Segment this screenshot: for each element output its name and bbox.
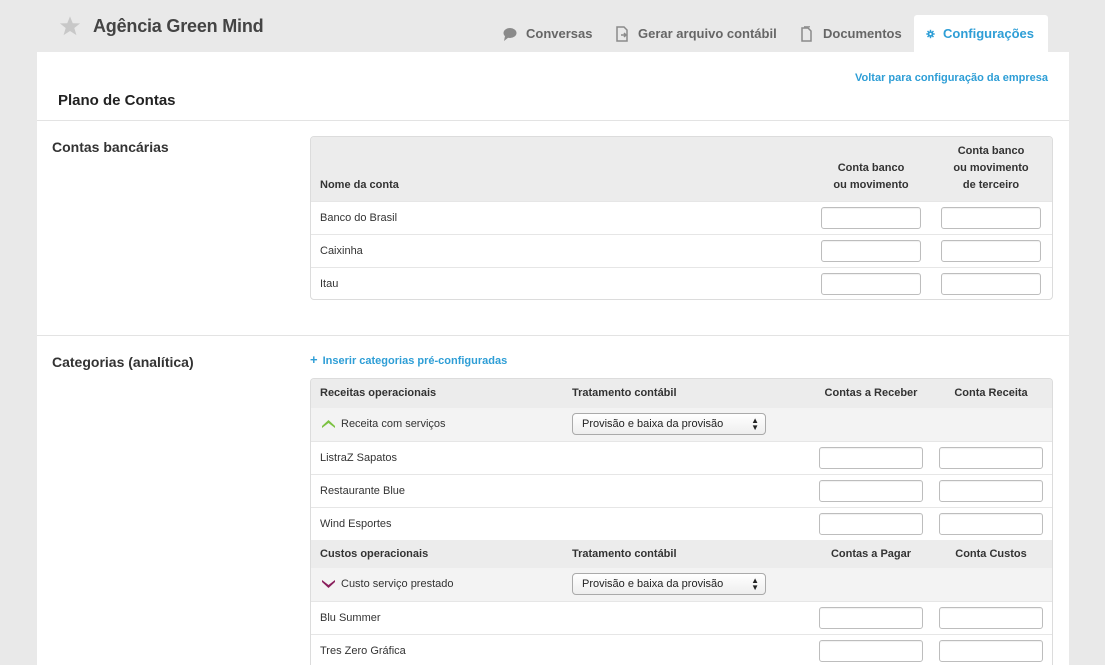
group-header-revenue: Receitas operacionais Tratamento contábi… — [311, 379, 1052, 408]
account-name: Itau — [320, 278, 339, 290]
tab-label: Conversas — [526, 26, 593, 41]
section-title-categories: Categorias (analítica) — [52, 354, 194, 370]
column-header-receivables: Contas a Receber — [824, 387, 918, 399]
tab-configuracoes[interactable]: Configurações — [914, 15, 1048, 52]
group-title: Custos operacionais — [320, 548, 429, 560]
plus-icon: + — [310, 352, 318, 367]
categories-table: Receitas operacionais Tratamento contábi… — [310, 378, 1053, 665]
main-panel: Voltar para configuração da empresa Plan… — [37, 52, 1069, 665]
column-header-revenue-account: Conta Receita — [954, 387, 1028, 399]
table-row: Restaurante Blue — [311, 474, 1052, 507]
tab-label: Gerar arquivo contábil — [638, 26, 777, 41]
receivables-input[interactable] — [819, 480, 923, 502]
group-title: Receitas operacionais — [320, 387, 437, 399]
item-name: ListraZ Sapatos — [320, 452, 398, 464]
chat-icon — [503, 27, 517, 41]
table-row: Wind Esportes — [311, 507, 1052, 540]
account-name: Banco do Brasil — [320, 212, 398, 224]
table-row: Banco do Brasil — [311, 201, 1052, 234]
receivables-input[interactable] — [819, 447, 923, 469]
revenue-account-input[interactable] — [939, 480, 1043, 502]
tab-documentos[interactable]: Documentos — [799, 15, 902, 52]
select-arrows-icon: ▲ ▼ — [751, 416, 759, 432]
item-name: Tres Zero Gráfica — [320, 645, 406, 657]
payables-input[interactable] — [819, 640, 923, 662]
revenue-account-input[interactable] — [939, 513, 1043, 535]
accounting-treatment-select[interactable]: Provisão e baixa da provisão ▲ ▼ — [572, 573, 766, 595]
select-value: Provisão e baixa da provisão — [582, 418, 724, 430]
payables-input[interactable] — [819, 607, 923, 629]
divider — [37, 120, 1069, 121]
section-title-bank-accounts: Contas bancárias — [52, 139, 169, 155]
tab-gerar-arquivo[interactable]: Gerar arquivo contábil — [614, 15, 777, 52]
header-line: Conta banco — [957, 145, 1025, 157]
category-name: Receita com serviços — [341, 418, 446, 430]
tab-label: Configurações — [942, 26, 1034, 41]
header-line: de terceiro — [962, 179, 1020, 191]
item-name: Blu Summer — [320, 612, 381, 624]
select-arrows-icon: ▲ ▼ — [751, 576, 759, 592]
header-line: ou movimento — [953, 162, 1029, 174]
back-to-company-config-link[interactable]: Voltar para configuração da empresa — [855, 72, 1048, 84]
select-value: Provisão e baixa da provisão — [582, 578, 724, 590]
category-row: Custo serviço prestado Provisão e baixa … — [311, 568, 1052, 601]
third-party-account-input[interactable] — [941, 240, 1041, 262]
column-header-payables: Contas a Pagar — [830, 548, 912, 560]
accounting-treatment-select[interactable]: Provisão e baixa da provisão ▲ ▼ — [572, 413, 766, 435]
account-name: Caixinha — [320, 245, 363, 257]
tab-conversas[interactable]: Conversas — [502, 15, 592, 52]
account-input[interactable] — [821, 240, 921, 262]
cost-account-input[interactable] — [939, 640, 1043, 662]
top-header: Agência Green Mind Conversas Gerar arqui… — [0, 0, 1105, 52]
gear-icon — [926, 29, 935, 38]
category-name: Custo serviço prestado — [341, 578, 454, 590]
main-tabs: Conversas Gerar arquivo contábil Documen… — [0, 15, 1105, 52]
header-line: ou movimento — [833, 179, 909, 191]
table-row: Blu Summer — [311, 601, 1052, 634]
column-header-account-name: Nome da conta — [320, 179, 399, 191]
receivables-input[interactable] — [819, 513, 923, 535]
account-input[interactable] — [821, 273, 921, 295]
revenue-account-input[interactable] — [939, 447, 1043, 469]
page-title: Plano de Contas — [58, 92, 176, 109]
chevron-down-icon[interactable] — [322, 580, 335, 588]
cost-account-input[interactable] — [939, 607, 1043, 629]
column-header-treatment: Tratamento contábil — [572, 387, 677, 399]
column-header-third-party-account: Conta banco ou movimento de terceiro — [941, 143, 1041, 194]
tab-label: Documentos — [823, 26, 902, 41]
account-input[interactable] — [821, 207, 921, 229]
column-header-account: Conta banco ou movimento — [821, 160, 921, 194]
insert-preconfigured-categories-link[interactable]: + Inserir categorias pré-configuradas — [310, 352, 507, 367]
table-header: Nome da conta Conta banco ou movimento C… — [311, 137, 1052, 201]
third-party-account-input[interactable] — [941, 273, 1041, 295]
third-party-account-input[interactable] — [941, 207, 1041, 229]
table-row: Caixinha — [311, 234, 1052, 267]
column-header-cost-account: Conta Custos — [955, 548, 1027, 560]
table-row: Itau — [311, 267, 1052, 299]
divider — [37, 335, 1069, 336]
item-name: Restaurante Blue — [320, 485, 405, 497]
documents-icon — [801, 25, 812, 42]
table-row: ListraZ Sapatos — [311, 441, 1052, 474]
table-row: Tres Zero Gráfica — [311, 634, 1052, 665]
item-name: Wind Esportes — [320, 518, 392, 530]
insert-link-label: Inserir categorias pré-configuradas — [322, 355, 508, 367]
chevron-up-icon[interactable] — [322, 420, 335, 428]
category-row: Receita com serviços Provisão e baixa da… — [311, 408, 1052, 441]
group-header-costs: Custos operacionais Tratamento contábil … — [311, 540, 1052, 568]
header-line: Conta banco — [837, 162, 905, 174]
file-export-icon — [616, 25, 628, 42]
column-header-treatment: Tratamento contábil — [572, 548, 677, 560]
bank-accounts-table: Nome da conta Conta banco ou movimento C… — [310, 136, 1053, 300]
